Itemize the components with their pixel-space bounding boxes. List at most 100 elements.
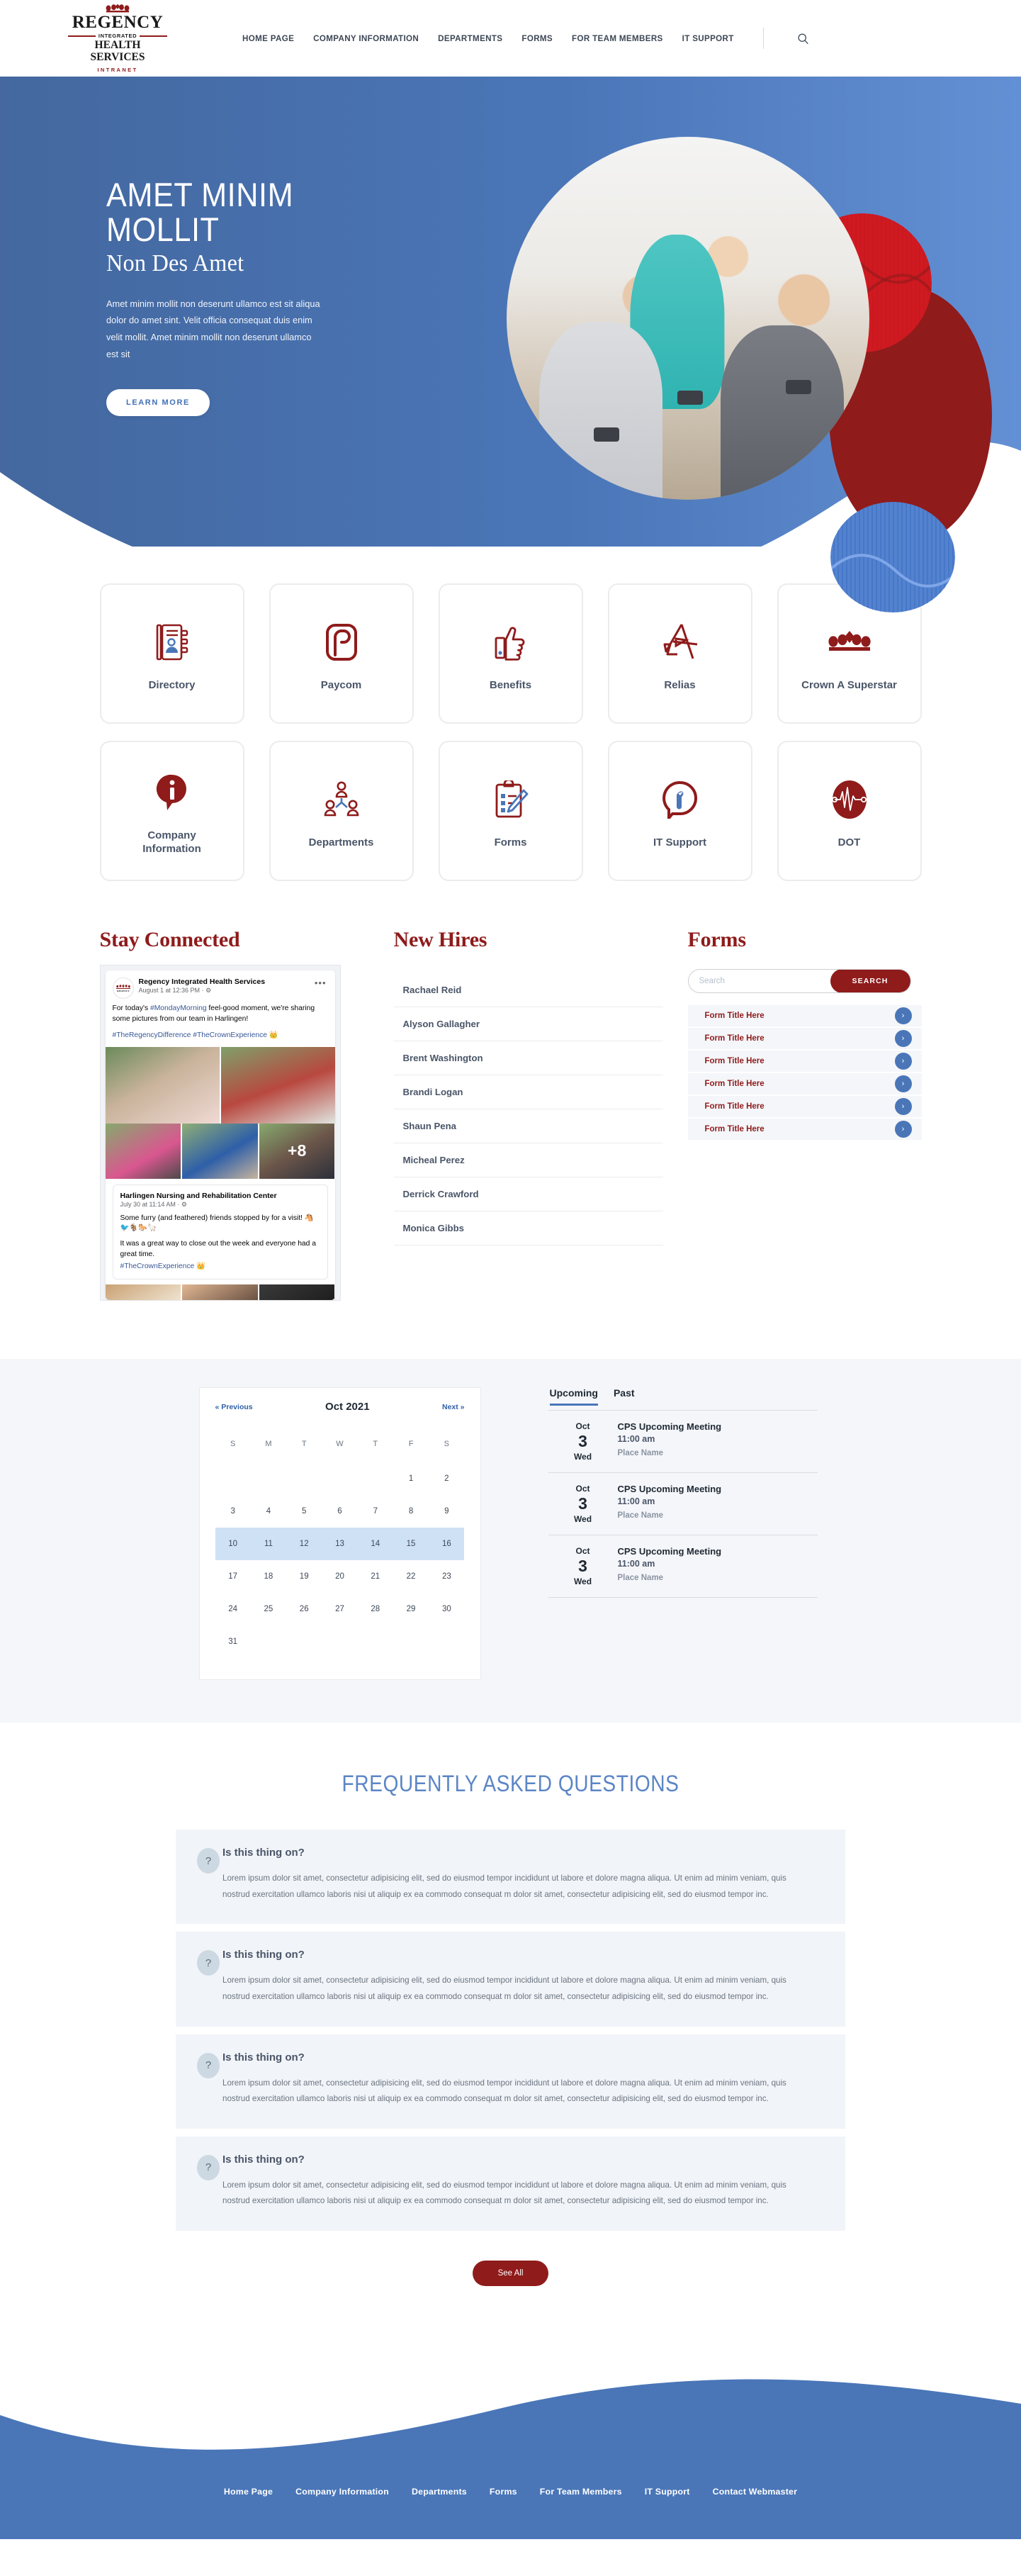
calendar-day[interactable] <box>286 1462 322 1495</box>
search-button[interactable] <box>794 29 813 47</box>
form-row[interactable]: Form Title Here › <box>687 1028 922 1049</box>
list-item[interactable]: Brandi Logan <box>393 1075 663 1109</box>
calendar-day[interactable]: 6 <box>322 1495 357 1528</box>
nav-item-forms[interactable]: FORMS <box>521 34 553 43</box>
calendar-day[interactable]: 27 <box>322 1593 357 1625</box>
nav-item-for-team-members[interactable]: FOR TEAM MEMBERS <box>572 34 663 43</box>
calendar-day[interactable]: 21 <box>358 1560 393 1593</box>
faq-item[interactable]: ? Is this thing on? Lorem ipsum dolor si… <box>176 1932 845 2027</box>
calendar-day[interactable]: 10 <box>215 1528 251 1561</box>
facebook-photo[interactable] <box>182 1123 258 1179</box>
calendar-day[interactable]: 13 <box>322 1528 358 1561</box>
calendar-day[interactable] <box>322 1625 357 1658</box>
calendar-day[interactable]: 18 <box>251 1560 286 1593</box>
calendar-day[interactable] <box>358 1625 393 1658</box>
list-item[interactable]: Monica Gibbs <box>393 1211 663 1245</box>
faq-item[interactable]: ? Is this thing on? Lorem ipsum dolor si… <box>176 1830 845 1925</box>
facebook-hashtags[interactable]: #TheRegencyDifference #TheCrownExperienc… <box>113 1031 328 1041</box>
tile-relias[interactable]: Relias <box>607 583 752 724</box>
calendar-day[interactable]: 28 <box>358 1593 393 1625</box>
calendar-day[interactable]: 7 <box>358 1495 393 1528</box>
chevron-right-icon[interactable]: › <box>894 1098 912 1115</box>
calendar-day[interactable]: 1 <box>393 1462 429 1495</box>
calendar-day[interactable]: 8 <box>393 1495 429 1528</box>
list-item[interactable]: Brent Washington <box>393 1041 663 1075</box>
tile-company-information[interactable]: Company Information <box>99 741 244 881</box>
facebook-photo[interactable] <box>105 1284 181 1301</box>
see-all-button[interactable]: See All <box>472 2261 549 2287</box>
tile-dot[interactable]: DOT <box>777 741 922 881</box>
calendar-day[interactable]: 20 <box>322 1560 357 1593</box>
form-row[interactable]: Form Title Here › <box>687 1051 922 1072</box>
facebook-photo[interactable] <box>182 1284 258 1301</box>
calendar-day[interactable]: 3 <box>215 1495 251 1528</box>
calendar-day[interactable]: 31 <box>215 1625 251 1658</box>
tile-it-support[interactable]: IT Support <box>607 741 752 881</box>
event-item[interactable]: Oct 3 Wed CPS Upcoming Meeting 11:00 am … <box>548 1473 818 1535</box>
nav-item-it-support[interactable]: IT SUPPORT <box>682 34 734 43</box>
calendar-day[interactable]: 23 <box>429 1560 464 1593</box>
chevron-right-icon[interactable]: › <box>894 1053 912 1070</box>
nav-item-home-page[interactable]: HOME PAGE <box>242 34 294 43</box>
facebook-feed-embed[interactable]: REGENCY Regency Integrated Health Servic… <box>99 965 341 1301</box>
hero-learn-more-button[interactable]: LEARN MORE <box>106 389 210 417</box>
form-row[interactable]: Form Title Here › <box>687 1096 922 1117</box>
forms-search-button[interactable]: SEARCH <box>830 970 910 992</box>
tile-forms[interactable]: Forms <box>438 741 583 881</box>
calendar-day[interactable]: 22 <box>393 1560 429 1593</box>
nav-item-company-information[interactable]: COMPANY INFORMATION <box>313 34 419 43</box>
facebook-photo[interactable] <box>220 1046 335 1124</box>
calendar-day[interactable] <box>358 1462 393 1495</box>
tile-directory[interactable]: Directory <box>99 583 244 724</box>
list-item[interactable]: Micheal Perez <box>393 1143 663 1177</box>
form-row[interactable]: Form Title Here › <box>687 1005 922 1026</box>
calendar-day[interactable]: 25 <box>251 1593 286 1625</box>
calendar-day[interactable]: 5 <box>286 1495 322 1528</box>
facebook-photo[interactable] <box>259 1284 335 1301</box>
chevron-right-icon[interactable]: › <box>894 1007 912 1024</box>
nav-item-departments[interactable]: DEPARTMENTS <box>438 34 502 43</box>
calendar-day[interactable]: 2 <box>429 1462 464 1495</box>
calendar-next-link[interactable]: Next » <box>442 1403 465 1411</box>
calendar-day[interactable]: 29 <box>393 1593 429 1625</box>
calendar-day[interactable] <box>286 1625 322 1658</box>
facebook-post-menu-icon[interactable]: ••• <box>315 978 328 988</box>
calendar-day[interactable] <box>215 1462 251 1495</box>
tile-departments[interactable]: Departments <box>269 741 414 881</box>
tile-paycom[interactable]: Paycom <box>269 583 414 724</box>
calendar-day[interactable] <box>322 1462 357 1495</box>
facebook-photo[interactable] <box>105 1123 181 1179</box>
footer-link-company-information[interactable]: Company Information <box>295 2487 389 2497</box>
list-item[interactable]: Rachael Reid <box>393 973 663 1007</box>
calendar-day[interactable]: 12 <box>286 1528 322 1561</box>
calendar-day[interactable]: 9 <box>429 1495 464 1528</box>
tab-past[interactable]: Past <box>614 1387 635 1406</box>
list-item[interactable]: Derrick Crawford <box>393 1177 663 1211</box>
calendar-day[interactable]: 16 <box>429 1528 465 1561</box>
list-item[interactable]: Alyson Gallagher <box>393 1007 663 1041</box>
calendar-day[interactable]: 24 <box>215 1593 251 1625</box>
chevron-right-icon[interactable]: › <box>894 1030 912 1047</box>
search-input[interactable] <box>688 977 830 985</box>
calendar-day[interactable]: 11 <box>250 1528 287 1561</box>
chevron-right-icon[interactable]: › <box>894 1121 912 1138</box>
chevron-right-icon[interactable]: › <box>894 1075 912 1092</box>
calendar-day[interactable]: 15 <box>393 1528 429 1561</box>
footer-link-contact-webmaster[interactable]: Contact Webmaster <box>713 2487 798 2497</box>
tile-benefits[interactable]: Benefits <box>438 583 583 724</box>
form-row[interactable]: Form Title Here › <box>687 1073 922 1094</box>
facebook-photo[interactable] <box>105 1046 220 1124</box>
event-item[interactable]: Oct 3 Wed CPS Upcoming Meeting 11:00 am … <box>548 1535 818 1598</box>
calendar-day[interactable] <box>251 1462 286 1495</box>
event-item[interactable]: Oct 3 Wed CPS Upcoming Meeting 11:00 am … <box>548 1411 818 1474</box>
calendar-day[interactable]: 30 <box>429 1593 464 1625</box>
footer-link-departments[interactable]: Departments <box>412 2487 467 2497</box>
calendar-day[interactable]: 14 <box>357 1528 393 1561</box>
calendar-day[interactable] <box>429 1625 464 1658</box>
list-item[interactable]: Shaun Pena <box>393 1109 663 1143</box>
form-row[interactable]: Form Title Here › <box>687 1119 922 1140</box>
calendar-day[interactable]: 26 <box>286 1593 322 1625</box>
calendar-day[interactable] <box>251 1625 286 1658</box>
facebook-hashtag-monday[interactable]: #MondayMorning <box>150 1004 207 1012</box>
footer-link-for-team-members[interactable]: For Team Members <box>540 2487 622 2497</box>
